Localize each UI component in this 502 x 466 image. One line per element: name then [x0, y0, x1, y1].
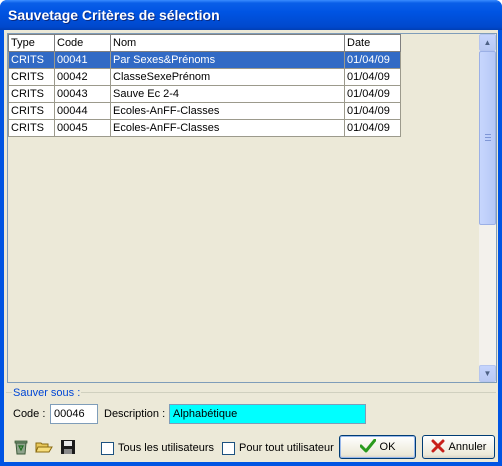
cell-date: 01/04/09: [344, 51, 401, 69]
cell-type: CRITS: [8, 119, 55, 137]
cell-nom: Par Sexes&Prénoms: [110, 51, 345, 69]
cell-nom: Ecoles-AnFF-Classes: [110, 102, 345, 120]
cell-date: 01/04/09: [344, 119, 401, 137]
table-row[interactable]: CRITS 00044 Ecoles-AnFF-Classes 01/04/09: [8, 102, 401, 120]
cell-nom: ClasseSexePrénom: [110, 68, 345, 86]
table-row[interactable]: CRITS 00041 Par Sexes&Prénoms 01/04/09: [8, 51, 401, 69]
scrollbar-thumb[interactable]: [479, 51, 496, 225]
code-input[interactable]: [50, 404, 98, 424]
ok-button[interactable]: OK: [339, 435, 416, 459]
cell-date: 01/04/09: [344, 102, 401, 120]
title-bar[interactable]: Sauvetage Critères de sélection: [0, 0, 502, 30]
column-header-nom[interactable]: Nom: [110, 34, 345, 52]
cancel-label: Annuler: [448, 441, 487, 453]
cell-type: CRITS: [8, 85, 55, 103]
column-header-date[interactable]: Date: [344, 34, 401, 52]
table-row[interactable]: CRITS 00045 Ecoles-AnFF-Classes 01/04/09: [8, 119, 401, 137]
window-title: Sauvetage Critères de sélection: [8, 7, 220, 23]
save-as-legend: Sauver sous :: [12, 387, 82, 399]
any-user-label: Pour tout utilisateur: [239, 442, 334, 454]
cell-code: 00041: [54, 51, 111, 69]
close-icon: [431, 439, 445, 456]
table-header-row: Type Code Nom Date: [8, 34, 401, 52]
criteria-table: Type Code Nom Date CRITS 00041 Par Sexes…: [8, 34, 401, 137]
cell-code: 00043: [54, 85, 111, 103]
cell-type: CRITS: [8, 102, 55, 120]
cell-code: 00042: [54, 68, 111, 86]
open-folder-icon[interactable]: [35, 438, 53, 456]
dialog-window: Sauvetage Critères de sélection Type Cod…: [0, 0, 502, 466]
cancel-button[interactable]: Annuler: [422, 435, 495, 459]
cell-date: 01/04/09: [344, 68, 401, 86]
any-user-checkbox[interactable]: [222, 442, 235, 455]
dialog-body: Type Code Nom Date CRITS 00041 Par Sexes…: [4, 30, 498, 462]
scroll-down-icon[interactable]: ▼: [479, 365, 496, 382]
cell-type: CRITS: [8, 51, 55, 69]
cell-date: 01/04/09: [344, 85, 401, 103]
save-as-group: Sauver sous : Code : Description :: [6, 387, 496, 428]
criteria-grid: Type Code Nom Date CRITS 00041 Par Sexes…: [7, 33, 497, 383]
floppy-disk-icon[interactable]: [59, 438, 77, 456]
column-header-code[interactable]: Code: [54, 34, 111, 52]
scroll-up-icon[interactable]: ▲: [479, 34, 496, 51]
ok-label: OK: [379, 441, 396, 453]
checkmark-icon: [359, 438, 377, 456]
recycle-bin-icon[interactable]: [12, 438, 30, 456]
table-row[interactable]: CRITS 00043 Sauve Ec 2-4 01/04/09: [8, 85, 401, 103]
column-header-type[interactable]: Type: [8, 34, 55, 52]
description-input[interactable]: [169, 404, 366, 424]
description-label: Description :: [104, 408, 166, 420]
cell-type: CRITS: [8, 68, 55, 86]
cell-code: 00045: [54, 119, 111, 137]
code-label: Code :: [13, 408, 46, 420]
all-users-checkbox[interactable]: [101, 442, 114, 455]
all-users-label: Tous les utilisateurs: [118, 442, 214, 454]
cell-nom: Sauve Ec 2-4: [110, 85, 345, 103]
cell-code: 00044: [54, 102, 111, 120]
vertical-scrollbar[interactable]: ▲ ▼: [479, 34, 496, 382]
cell-nom: Ecoles-AnFF-Classes: [110, 119, 345, 137]
table-row[interactable]: CRITS 00042 ClasseSexePrénom 01/04/09: [8, 68, 401, 86]
